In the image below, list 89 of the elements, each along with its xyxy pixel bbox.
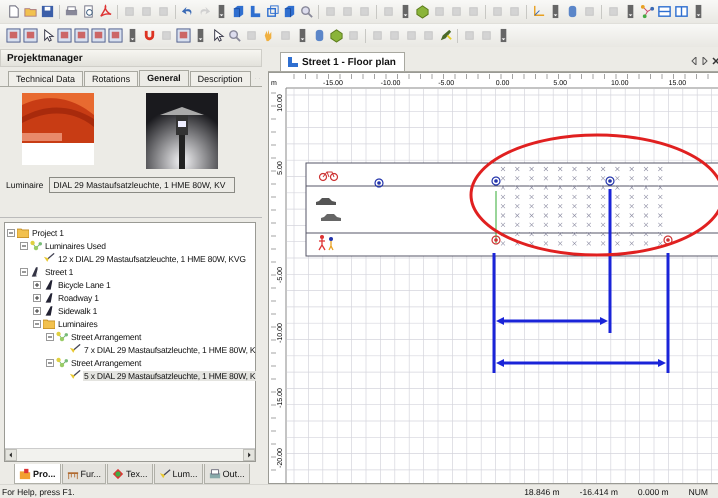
- hexagon-icon[interactable]: [329, 28, 344, 43]
- car-icon: [321, 214, 341, 221]
- tree-item[interactable]: Street Arrangement: [70, 332, 142, 342]
- luminaire-field[interactable]: DIAL 29 Mastaufsatzleuchte, 1 HME 80W, KV: [49, 177, 236, 193]
- nodes-icon: [56, 331, 68, 342]
- expand-icon[interactable]: [33, 280, 41, 288]
- keyboard-indicator: NUM: [688, 487, 709, 497]
- document-tab[interactable]: Street 1 - Floor plan: [280, 52, 405, 71]
- field-label: Luminaire: [6, 180, 44, 190]
- tree-item[interactable]: Roadway 1: [57, 292, 100, 302]
- tab[interactable]: Pro...: [14, 464, 61, 484]
- floor-plan-icon: [287, 56, 299, 68]
- rows-icon[interactable]: [657, 4, 672, 19]
- axis-icon[interactable]: [531, 4, 546, 19]
- hexagon-icon[interactable]: [415, 4, 430, 19]
- tab[interactable]: Out...: [204, 464, 250, 484]
- luminaire-symbol: [491, 235, 501, 245]
- tree-item[interactable]: 7 x DIAL 29 Mastaufsatzleuchte, 1 HME 80W, K: [83, 344, 256, 354]
- next-icon[interactable]: [701, 57, 709, 65]
- luminaire-icon: [69, 344, 81, 355]
- lane-icon: [43, 292, 55, 303]
- luminaire-symbol: [605, 176, 615, 186]
- printer-icon: [208, 468, 221, 480]
- tree-item[interactable]: Luminaires: [57, 318, 99, 328]
- luminaire-icon: [69, 370, 81, 381]
- tree-item[interactable]: 5 x DIAL 29 Mastaufsatzleuchte, 1 HME 80W, K: [83, 370, 256, 380]
- folder-icon: [19, 468, 31, 480]
- nodes-icon: [30, 240, 42, 251]
- collapse-icon[interactable]: [33, 320, 41, 328]
- selection-tool-icon[interactable]: [108, 28, 123, 43]
- tree-item[interactable]: Sidewalk 1: [57, 306, 98, 316]
- nodes-icon: [56, 357, 68, 368]
- save-icon[interactable]: [40, 4, 55, 19]
- selection-tool-icon[interactable]: [23, 28, 38, 43]
- tab[interactable]: Tex...: [107, 464, 153, 484]
- tab[interactable]: Lum...: [154, 464, 203, 484]
- status-text: For Help, press F1.: [2, 487, 76, 497]
- tab[interactable]: Fur...: [62, 464, 106, 484]
- nodes-icon[interactable]: [640, 4, 655, 19]
- magnet-icon[interactable]: [142, 28, 157, 43]
- floor-plan-icon[interactable]: [248, 4, 263, 19]
- tab[interactable]: Technical Data: [8, 71, 84, 86]
- close-icon[interactable]: [712, 57, 718, 65]
- collapse-icon[interactable]: [46, 332, 54, 340]
- x-coordinate: 18.846 m: [523, 487, 561, 497]
- z-coordinate: 0.000 m: [636, 487, 670, 497]
- car-icon: [316, 198, 336, 205]
- tab[interactable]: Rotations: [84, 71, 138, 86]
- frame-icon[interactable]: [265, 4, 280, 19]
- folder-icon: [43, 318, 55, 329]
- paint-icon: [112, 468, 124, 480]
- luminaire-symbol: [374, 178, 384, 188]
- luminaire-symbol: [491, 176, 501, 186]
- y-coordinate: -16.414 m: [578, 487, 619, 497]
- tree-item[interactable]: 12 x DIAL 29 Mastaufsatzleuchte, 1 HME 80W, KVG: [57, 254, 247, 264]
- tree-item[interactable]: Project 1: [31, 228, 65, 238]
- expand-icon[interactable]: [33, 294, 41, 302]
- selection-tool-icon[interactable]: [176, 28, 191, 43]
- pdf-icon[interactable]: [98, 4, 113, 19]
- expand-icon[interactable]: [33, 306, 41, 314]
- tree-item[interactable]: Luminaires Used: [44, 240, 107, 250]
- previous-icon[interactable]: [690, 57, 698, 65]
- selection-tool-icon[interactable]: [91, 28, 106, 43]
- pen-icon[interactable]: [438, 28, 453, 43]
- tab[interactable]: General: [139, 70, 189, 86]
- collapse-icon[interactable]: [20, 242, 28, 250]
- cube-icon[interactable]: [282, 4, 297, 19]
- columns-icon[interactable]: [674, 4, 689, 19]
- collapse-icon[interactable]: [7, 228, 15, 236]
- selection-tool-icon[interactable]: [6, 28, 21, 43]
- cube-icon[interactable]: [231, 4, 246, 19]
- tab[interactable]: Description: [190, 71, 251, 86]
- lane-icon: [43, 305, 55, 316]
- horizontal-scrollbar[interactable]: [5, 448, 255, 461]
- folder-icon: [17, 227, 29, 238]
- tree-item[interactable]: Bicycle Lane 1: [57, 280, 112, 290]
- tree-item[interactable]: Street Arrangement: [70, 358, 142, 368]
- bicycle-icon: [318, 172, 338, 182]
- luminaire-symbol: [663, 235, 673, 245]
- collapse-icon[interactable]: [20, 268, 28, 276]
- lane-icon: [43, 279, 55, 290]
- luminaire-icon: [158, 468, 171, 480]
- pedestrian-icon: [318, 235, 334, 251]
- selection-tool-icon[interactable]: [74, 28, 89, 43]
- tree-item[interactable]: Street 1: [44, 266, 74, 276]
- collapse-icon[interactable]: [46, 358, 54, 366]
- luminaire-icon: [43, 253, 55, 264]
- panel-title: Projektmanager: [0, 49, 262, 67]
- selection-tool-icon[interactable]: [57, 28, 72, 43]
